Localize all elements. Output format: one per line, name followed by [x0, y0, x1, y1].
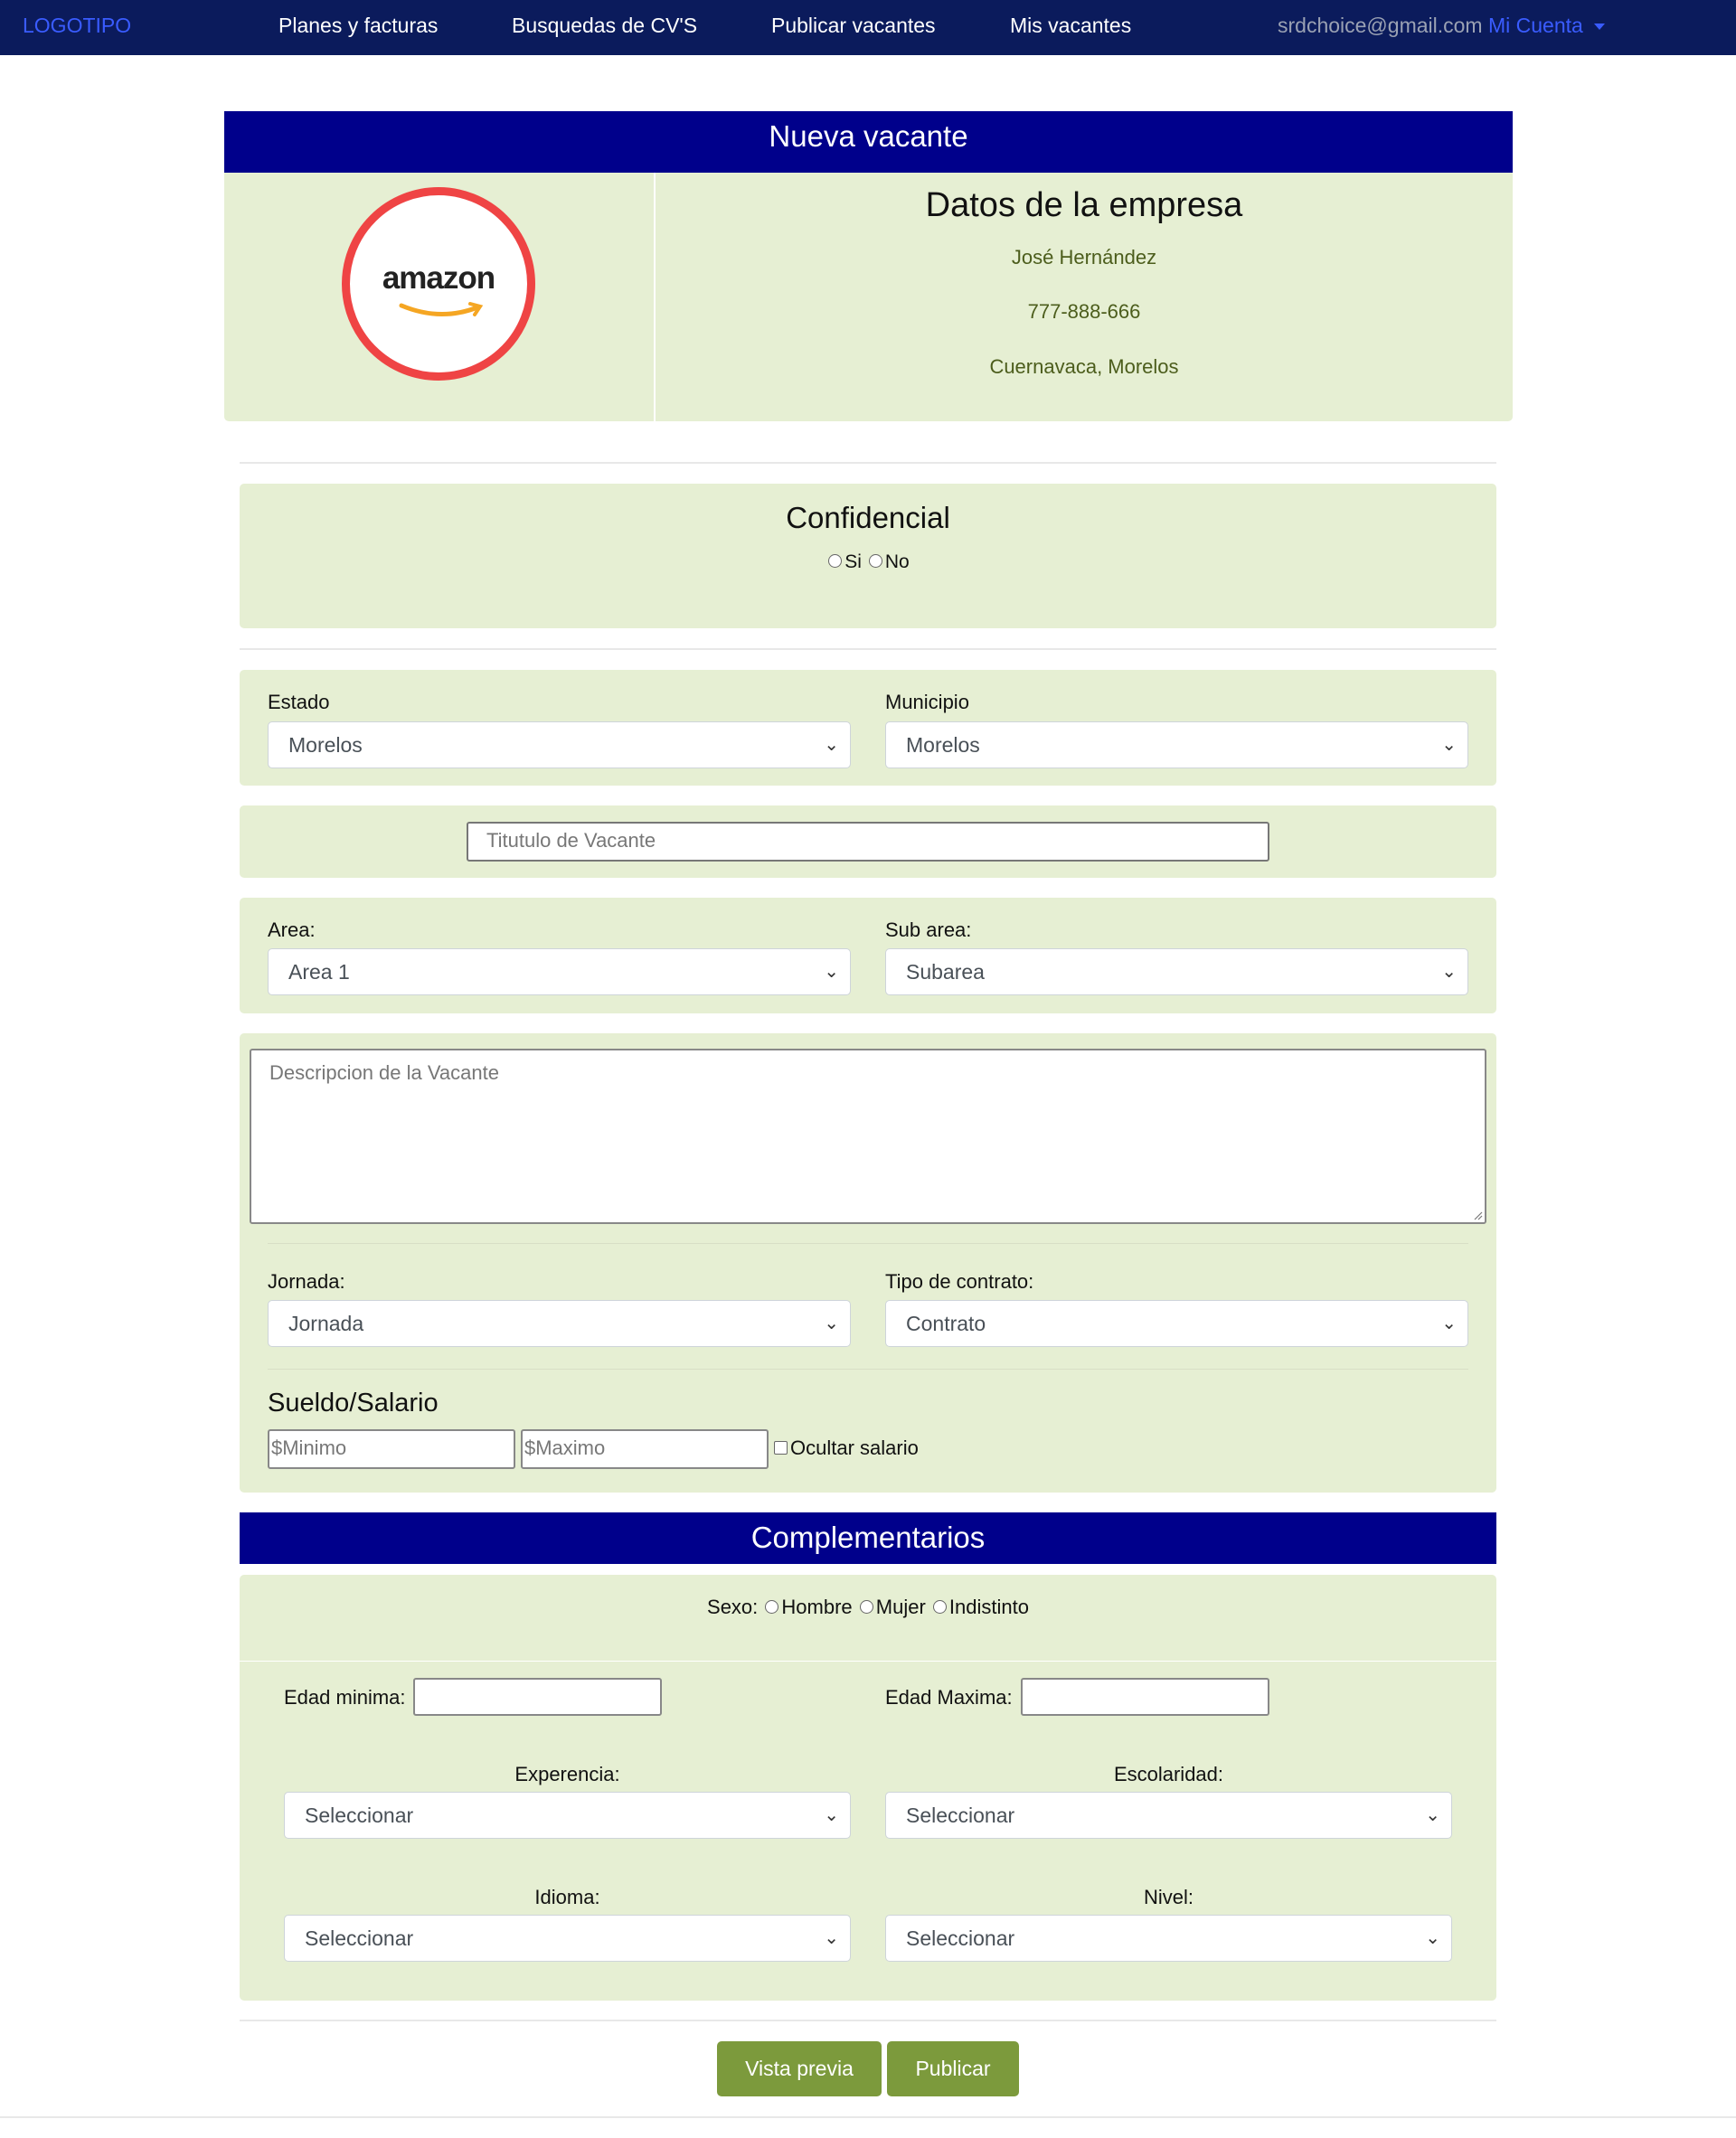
description-textarea[interactable]: Descripcion de la Vacante — [250, 1049, 1486, 1224]
idioma-label: Idioma: — [534, 1886, 600, 1908]
divider — [268, 1243, 1468, 1244]
subarea-label: Sub area: — [885, 918, 972, 941]
chevron-down-icon: ⌄ — [824, 735, 839, 755]
amazon-smile-icon — [399, 302, 484, 316]
complementarios-title: Complementarios — [240, 1512, 1496, 1564]
sexo-mujer-label: Mujer — [875, 1596, 926, 1618]
contrato-value: Contrato — [906, 1312, 986, 1335]
jornada-value: Jornada — [288, 1312, 364, 1335]
experiencia-label: Experencia: — [514, 1763, 620, 1785]
divider — [240, 648, 1496, 650]
caret-down-icon[interactable] — [1593, 24, 1605, 31]
chevron-down-icon: ⌄ — [1441, 735, 1457, 755]
contrato-label: Tipo de contrato: — [885, 1270, 1034, 1293]
sexo-mujer-radio[interactable] — [859, 1600, 873, 1615]
salary-max-input[interactable]: $Maximo — [521, 1429, 769, 1469]
chevron-down-icon: ⌄ — [824, 1805, 839, 1825]
sexo-indistinto-radio[interactable] — [932, 1600, 947, 1615]
salary-min-input[interactable]: $Minimo — [268, 1429, 515, 1469]
user-email: srdchoice@gmail.com — [1278, 14, 1483, 37]
edad-max-input[interactable] — [1021, 1678, 1269, 1716]
top-navbar: LOGOTIPO Planes y facturas Busquedas de … — [0, 0, 1736, 55]
nav-link-mis-vacantes[interactable]: Mis vacantes — [1010, 0, 1131, 55]
municipio-label: Municipio — [885, 691, 969, 713]
escolaridad-label: Escolaridad: — [1113, 1763, 1224, 1785]
chevron-down-icon: ⌄ — [824, 1314, 839, 1333]
divider — [240, 2020, 1496, 2021]
chevron-down-icon: ⌄ — [1441, 1314, 1457, 1333]
divider — [240, 462, 1496, 464]
page-title: Nueva vacante — [224, 111, 1513, 173]
publish-button[interactable]: Publicar — [887, 2041, 1019, 2096]
confidencial-options: Si No — [240, 551, 1496, 573]
area-label: Area: — [268, 918, 316, 941]
salary-max-placeholder: $Maximo — [524, 1436, 606, 1459]
company-phone: 777-888-666 — [1027, 300, 1141, 323]
jornada-label: Jornada: — [268, 1270, 345, 1293]
escolaridad-value: Seleccionar — [906, 1804, 1015, 1827]
contrato-select[interactable]: Contrato ⌄ — [885, 1300, 1468, 1347]
company-heading: Datos de la empresa — [925, 186, 1243, 224]
nav-link-publicar[interactable]: Publicar vacantes — [771, 0, 936, 55]
vacancy-title-input[interactable]: Titutulo de Vacante — [467, 822, 1269, 862]
nivel-label: Nivel: — [1143, 1886, 1194, 1908]
estado-select[interactable]: Morelos ⌄ — [268, 721, 851, 768]
account-menu[interactable]: srdchoice@gmail.com Mi Cuenta — [1278, 0, 1605, 55]
chevron-down-icon: ⌄ — [824, 1928, 839, 1948]
nivel-value: Seleccionar — [906, 1926, 1015, 1950]
municipio-value: Morelos — [906, 733, 980, 757]
hide-salary-checkbox[interactable] — [774, 1441, 788, 1455]
salary-title: Sueldo/Salario — [268, 1389, 439, 1417]
confidencial-si-label: Si — [844, 551, 862, 572]
confidencial-no-label: No — [884, 551, 910, 572]
escolaridad-select[interactable]: Seleccionar ⌄ — [885, 1792, 1452, 1839]
nav-link-planes[interactable]: Planes y facturas — [278, 0, 438, 55]
area-value: Area 1 — [288, 960, 350, 984]
company-location: Cuernavaca, Morelos — [989, 355, 1179, 378]
company-name: José Hernández — [1011, 246, 1157, 268]
nivel-select[interactable]: Seleccionar ⌄ — [885, 1915, 1452, 1962]
vacancy-title-placeholder: Titutulo de Vacante — [486, 829, 656, 852]
estado-value: Morelos — [288, 733, 363, 757]
sexo-label: Sexo: — [707, 1596, 759, 1618]
experiencia-select[interactable]: Seleccionar ⌄ — [284, 1792, 851, 1839]
nav-link-busquedas[interactable]: Busquedas de CV'S — [512, 0, 697, 55]
divider — [268, 1369, 1468, 1370]
logo-link[interactable]: LOGOTIPO — [23, 0, 131, 55]
municipio-select[interactable]: Morelos ⌄ — [885, 721, 1468, 768]
experiencia-value: Seleccionar — [305, 1804, 414, 1827]
hide-salary-option: Ocultar salario — [774, 1436, 919, 1460]
chevron-down-icon: ⌄ — [1425, 1928, 1440, 1948]
idioma-select[interactable]: Seleccionar ⌄ — [284, 1915, 851, 1962]
idioma-value: Seleccionar — [305, 1926, 414, 1950]
sexo-options: Sexo: Hombre Mujer Indistinto — [240, 1596, 1496, 1619]
sexo-hombre-label: Hombre — [781, 1596, 853, 1618]
amazon-wordmark: amazon — [382, 260, 495, 296]
company-logo: amazon — [342, 187, 535, 381]
edad-min-label: Edad minima: — [284, 1686, 406, 1709]
chevron-down-icon: ⌄ — [1425, 1805, 1440, 1825]
estado-label: Estado — [268, 691, 330, 713]
confidencial-no-radio[interactable] — [868, 554, 882, 569]
sexo-indistinto-label: Indistinto — [948, 1596, 1029, 1618]
chevron-down-icon: ⌄ — [824, 962, 839, 982]
footer-divider — [0, 2116, 1736, 2118]
preview-button[interactable]: Vista previa — [717, 2041, 882, 2096]
edad-min-input[interactable] — [413, 1678, 662, 1716]
sexo-hombre-radio[interactable] — [765, 1600, 779, 1615]
subarea-value: Subarea — [906, 960, 985, 984]
jornada-select[interactable]: Jornada ⌄ — [268, 1300, 851, 1347]
confidencial-title: Confidencial — [786, 501, 950, 534]
area-select[interactable]: Area 1 ⌄ — [268, 948, 851, 995]
account-dropdown-label[interactable]: Mi Cuenta — [1488, 14, 1583, 37]
resize-handle-icon[interactable] — [1472, 1210, 1483, 1220]
edad-max-label: Edad Maxima: — [885, 1686, 1013, 1709]
description-placeholder: Descripcion de la Vacante — [269, 1061, 499, 1084]
chevron-down-icon: ⌄ — [1441, 962, 1457, 982]
confidencial-si-radio[interactable] — [828, 554, 843, 569]
salary-min-placeholder: $Minimo — [271, 1436, 347, 1459]
subarea-select[interactable]: Subarea ⌄ — [885, 948, 1468, 995]
hide-salary-label: Ocultar salario — [790, 1436, 919, 1459]
